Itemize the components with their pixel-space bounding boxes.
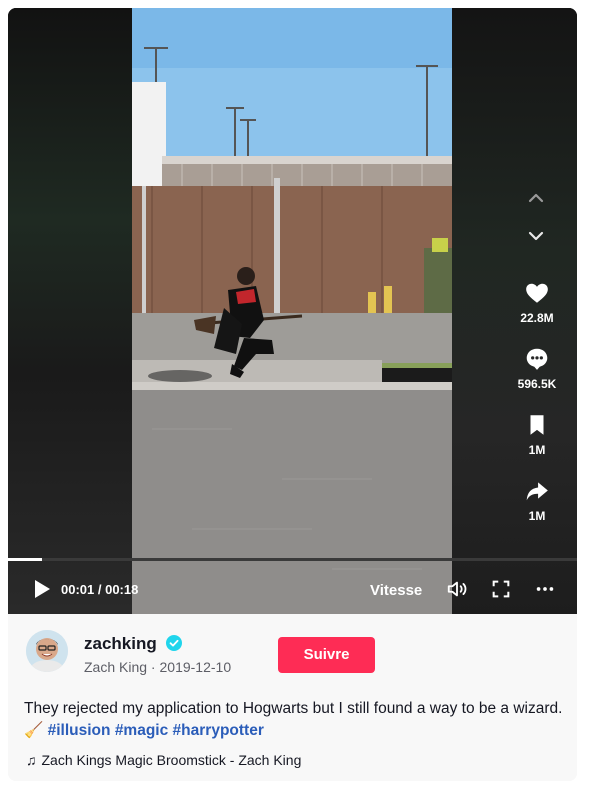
- save-action[interactable]: 1M: [513, 412, 561, 457]
- time-display: 00:01 / 00:18: [61, 582, 138, 597]
- fullscreen-icon[interactable]: [490, 578, 512, 600]
- duration: 00:18: [105, 582, 139, 597]
- comment-icon: [524, 346, 550, 372]
- hashtag-magic[interactable]: #magic: [115, 722, 168, 739]
- video-info: zachking Zach King · 2019-12-10 Suivre T…: [8, 614, 577, 781]
- share-count: 1M: [528, 509, 546, 523]
- volume-icon[interactable]: [446, 578, 468, 600]
- comment-count: 596.5K: [517, 377, 557, 391]
- video-blur-left: [8, 8, 132, 614]
- video-frame[interactable]: [132, 8, 452, 614]
- music-title: Zach Kings Magic Broomstick - Zach King: [41, 752, 302, 768]
- follow-button[interactable]: Suivre: [278, 637, 375, 673]
- time-separator: /: [94, 582, 106, 597]
- share-action[interactable]: 1M: [513, 478, 561, 523]
- verified-icon: [166, 635, 182, 651]
- video-card: 22.8M 596.5K 1M 1M 00:01 / 00:18 Vitesse…: [8, 8, 577, 781]
- speed-button[interactable]: Vitesse: [370, 582, 422, 599]
- progress-bar[interactable]: [8, 558, 577, 561]
- hashtag-harrypotter[interactable]: #harrypotter: [173, 722, 264, 739]
- subline-separator: ·: [147, 659, 160, 675]
- current-time: 00:01: [61, 582, 95, 597]
- share-icon: [524, 478, 550, 504]
- hashtag-illusion[interactable]: #illusion: [48, 722, 111, 739]
- player-controls: 00:01 / 00:18 Vitesse: [8, 564, 577, 614]
- chevron-down-icon[interactable]: [524, 224, 548, 248]
- video-description: They rejected my application to Hogwarts…: [24, 698, 564, 742]
- comment-action[interactable]: 596.5K: [513, 346, 561, 391]
- progress-fill: [8, 558, 43, 561]
- video-player[interactable]: 22.8M 596.5K 1M 1M 00:01 / 00:18 Vitesse: [8, 8, 577, 614]
- avatar[interactable]: [26, 630, 68, 672]
- chevron-up-icon[interactable]: [524, 186, 548, 210]
- display-name: Zach King: [84, 659, 148, 675]
- music-link[interactable]: ♫ Zach Kings Magic Broomstick - Zach King: [26, 752, 301, 768]
- heart-icon: [524, 280, 550, 306]
- post-date: 2019-12-10: [159, 659, 232, 675]
- music-note-icon: ♫: [26, 752, 37, 768]
- like-action[interactable]: 22.8M: [513, 280, 561, 325]
- save-count: 1M: [528, 443, 546, 457]
- bookmark-icon: [524, 412, 550, 438]
- username[interactable]: zachking: [84, 634, 157, 654]
- more-icon[interactable]: [534, 578, 556, 600]
- like-count: 22.8M: [520, 311, 554, 325]
- play-icon[interactable]: [32, 578, 52, 600]
- author-subline: Zach King · 2019-12-10: [84, 659, 231, 675]
